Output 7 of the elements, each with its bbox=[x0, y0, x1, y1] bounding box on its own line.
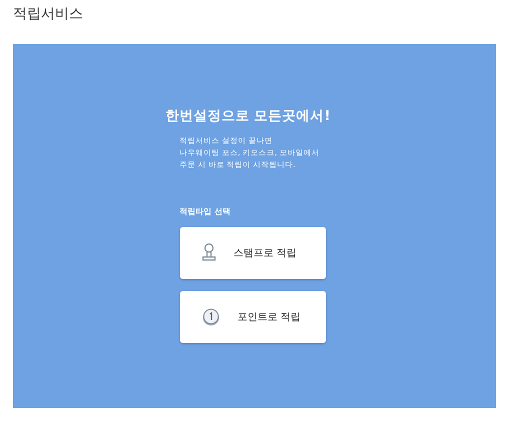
option-button[interactable]: 스탬프로 적립 bbox=[180, 227, 326, 279]
page-title: 적립서비스 bbox=[13, 5, 84, 24]
stamp-icon bbox=[202, 243, 216, 263]
section-label: 적립타입 선택 bbox=[180, 206, 232, 217]
panel-heading: 한번설정으로 모든곳에서! bbox=[166, 107, 330, 125]
coin-icon bbox=[202, 308, 220, 326]
option-button[interactable]: 포인트로 적립 bbox=[180, 291, 326, 343]
